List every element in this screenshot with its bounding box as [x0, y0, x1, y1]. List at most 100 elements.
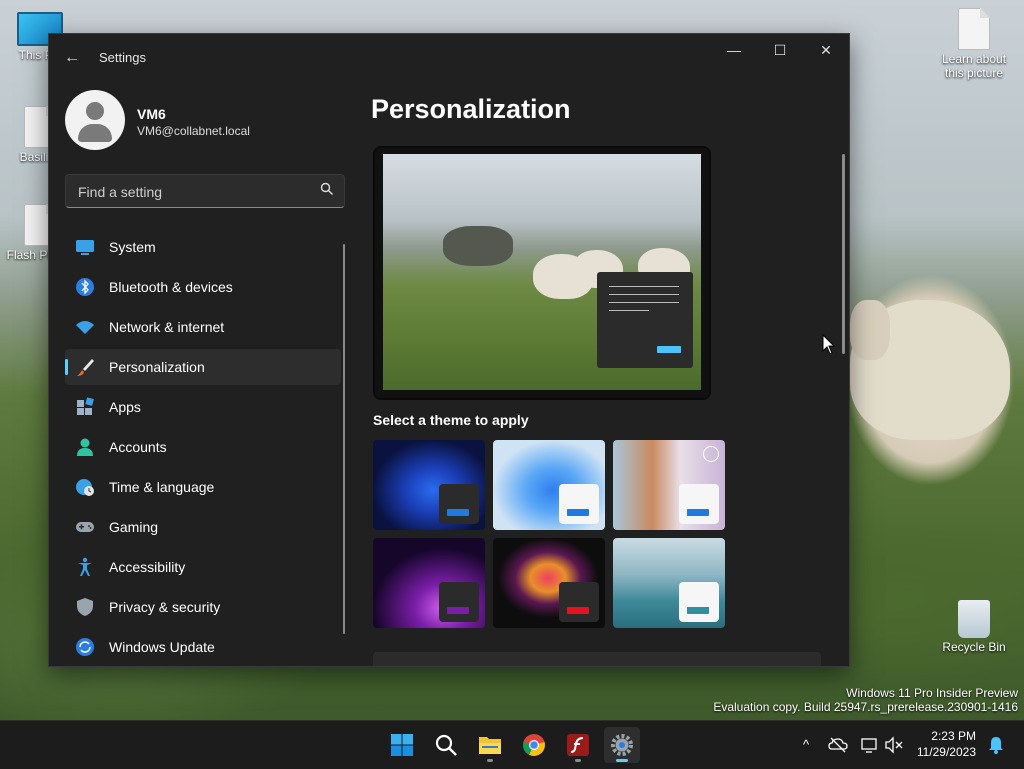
preview-dialog: [597, 272, 693, 368]
desktop-icon-label: Recycle Bin: [942, 640, 1006, 654]
theme-tile[interactable]: [493, 538, 605, 628]
search-button[interactable]: [428, 727, 464, 763]
theme-tile-window: [439, 582, 479, 622]
onedrive-offline-icon[interactable]: [828, 735, 848, 755]
search-icon: [435, 734, 457, 756]
preview-button: [657, 346, 681, 353]
nav-item-label: Personalization: [109, 359, 205, 375]
running-indicator: [487, 759, 493, 762]
maximize-button[interactable]: ☐: [757, 34, 803, 66]
theme-grid: [373, 440, 733, 636]
file-explorer-button[interactable]: [472, 727, 508, 763]
preview-wallpaper: [383, 154, 701, 390]
clock-time: 2:23 PM: [931, 729, 976, 743]
theme-tile[interactable]: [613, 538, 725, 628]
search-icon[interactable]: [320, 182, 334, 196]
search-input[interactable]: [76, 181, 310, 203]
chrome-button[interactable]: [516, 727, 552, 763]
clock-date: 11/29/2023: [916, 745, 976, 759]
next-settings-card[interactable]: [373, 652, 821, 666]
nav-item-accounts[interactable]: Accounts: [65, 429, 341, 465]
content-scrollbar[interactable]: [842, 154, 845, 354]
gear-icon: [611, 734, 633, 756]
minimize-button[interactable]: —: [711, 34, 757, 66]
nav-item-label: Bluetooth & devices: [109, 279, 233, 295]
theme-preview: [373, 146, 711, 400]
settings-window: ← Settings — ☐ ✕ VM6 VM6@collabnet.local…: [48, 33, 850, 667]
theme-tile[interactable]: [613, 440, 725, 530]
gamepad-icon: [76, 522, 94, 532]
avatar-head: [86, 102, 104, 120]
nav-item-label: Accounts: [109, 439, 167, 455]
nav-item-apps[interactable]: Apps: [65, 389, 341, 425]
preview-line: [609, 294, 679, 295]
watermark-line-2: Evaluation copy. Build 25947.rs_prerelea…: [713, 700, 1018, 714]
nav-item-gaming[interactable]: Gaming: [65, 509, 341, 545]
apps-icon: [77, 397, 94, 415]
nav-item-label: System: [109, 239, 156, 255]
nav-item-personalization[interactable]: Personalization: [65, 349, 341, 385]
chrome-icon: [523, 734, 545, 756]
notification-bell-icon[interactable]: [986, 735, 1006, 755]
avatar: [65, 90, 125, 150]
theme-accent-swatch: [687, 509, 709, 516]
nav-item-label: Time & language: [109, 479, 215, 495]
settings-taskbar-button[interactable]: [604, 727, 640, 763]
theme-accent-swatch: [447, 509, 469, 516]
theme-tile-window: [439, 484, 479, 524]
desktop-icon-learn-about-picture[interactable]: Learn about this picture: [934, 8, 1014, 80]
accessibility-icon: [78, 557, 92, 576]
nav-item-network-internet[interactable]: Network & internet: [65, 309, 341, 345]
start-button[interactable]: [384, 727, 420, 763]
spotlight-camera-icon: [703, 446, 719, 462]
theme-accent-swatch: [687, 607, 709, 614]
user-profile[interactable]: VM6 VM6@collabnet.local: [65, 90, 345, 152]
monitor-icon: [76, 240, 94, 255]
nav-item-label: Apps: [109, 399, 141, 415]
nav-item-privacy-security[interactable]: Privacy & security: [65, 589, 341, 625]
search-box[interactable]: [65, 174, 345, 208]
theme-accent-swatch: [567, 607, 589, 614]
document-icon: [958, 8, 990, 50]
preview-line: [609, 310, 649, 311]
update-icon: [76, 638, 94, 656]
theme-tile[interactable]: [373, 538, 485, 628]
nav-item-label: Gaming: [109, 519, 159, 535]
volume-muted-icon[interactable]: [884, 735, 904, 755]
theme-tile[interactable]: [493, 440, 605, 530]
theme-accent-swatch: [447, 607, 469, 614]
theme-tile-window: [679, 484, 719, 524]
desktop-icon-recycle-bin[interactable]: Recycle Bin: [934, 600, 1014, 654]
network-icon[interactable]: [860, 735, 880, 755]
wallpaper-sheep-head: [850, 300, 890, 360]
theme-tile-window: [559, 582, 599, 622]
back-button[interactable]: ←: [61, 48, 83, 68]
preview-rock: [443, 226, 513, 266]
paintbrush-icon: [77, 359, 94, 376]
nav-scrollbar[interactable]: [343, 244, 345, 634]
nav-item-accessibility[interactable]: Accessibility: [65, 549, 341, 585]
nav-item-label: Windows Update: [109, 639, 215, 655]
themes-section-label: Select a theme to apply: [373, 412, 529, 428]
title-bar[interactable]: ← Settings — ☐ ✕: [49, 34, 849, 82]
show-hidden-icons-button[interactable]: ^: [796, 735, 816, 755]
theme-tile[interactable]: [373, 440, 485, 530]
taskbar: ^ 2:23 PM 11/29/2023: [0, 720, 1024, 769]
recycle-bin-icon: [958, 600, 990, 638]
nav-item-windows-update[interactable]: Windows Update: [65, 629, 341, 665]
nav-item-label: Network & internet: [109, 319, 225, 335]
windows-logo-icon: [391, 734, 413, 756]
user-email: VM6@collabnet.local: [137, 124, 250, 138]
running-indicator: [575, 759, 581, 762]
nav-item-bluetooth-devices[interactable]: Bluetooth & devices: [65, 269, 341, 305]
nav-item-time-language[interactable]: Time & language: [65, 469, 341, 505]
flash-player-button[interactable]: [560, 727, 596, 763]
desktop-icon-label: Learn about this picture: [941, 52, 1007, 80]
theme-accent-swatch: [567, 509, 589, 516]
evaluation-watermark: Windows 11 Pro Insider Preview Evaluatio…: [713, 686, 1018, 714]
close-button[interactable]: ✕: [803, 34, 849, 66]
nav-item-system[interactable]: System: [65, 229, 341, 265]
preview-line: [609, 302, 679, 303]
system-clock[interactable]: 2:23 PM 11/29/2023: [917, 728, 976, 760]
settings-nav: System Bluetooth & devices Network & int…: [65, 229, 341, 666]
